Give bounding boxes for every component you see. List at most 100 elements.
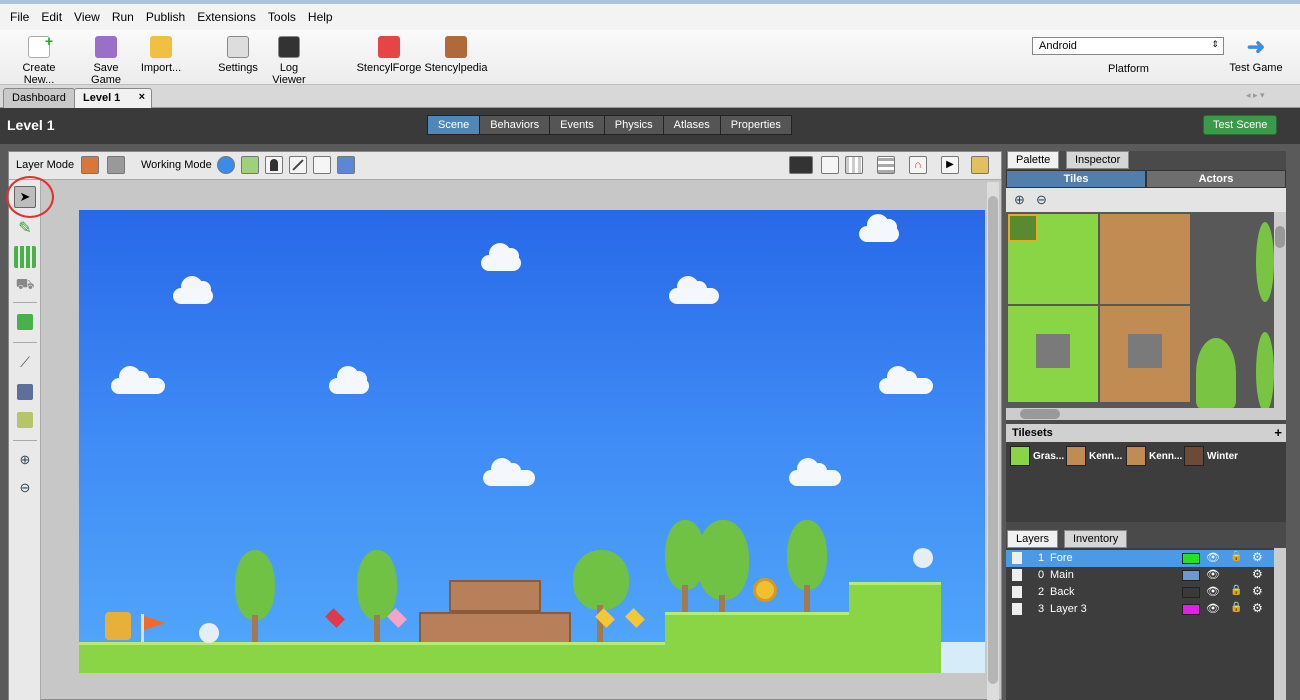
lock-icon[interactable]: 🔒 [1230,602,1242,613]
tileset-item[interactable]: Gras... [1010,446,1064,466]
layer-row[interactable]: 0 Main 👁 ⚙ [1006,567,1274,584]
layer-row[interactable]: 1 Fore 👁 🔒 ⚙ [1006,550,1274,567]
tile[interactable] [1100,214,1190,304]
menu-tools[interactable]: Tools [262,10,302,24]
menu-view[interactable]: View [68,10,106,24]
tile-stamp-icon[interactable] [14,246,36,268]
camera-icon[interactable] [789,156,813,174]
working-mode-actor-icon[interactable] [265,156,283,174]
menu-help[interactable]: Help [302,10,339,24]
log-viewer-button[interactable]: Log Viewer [262,34,316,86]
layer-color-swatch[interactable] [1182,604,1200,615]
tab-scroll-icon[interactable]: ◂ ▸ ▾ [1246,90,1265,101]
zoom-out-icon[interactable]: ⊖ [14,480,36,502]
region-tool-icon[interactable] [17,384,33,400]
background-icon[interactable] [971,156,989,174]
coin[interactable] [753,578,777,602]
scene-vertical-scrollbar[interactable] [987,182,999,700]
terrain-tool-icon[interactable] [17,412,33,428]
zoom-out-icon[interactable]: ⊖ [1036,192,1047,208]
tile[interactable] [1256,332,1274,408]
settings-button[interactable]: Settings [218,34,258,74]
snap-grid-icon[interactable] [877,156,895,174]
menu-file[interactable]: File [4,10,35,24]
stencylpedia-button[interactable]: Stencylpedia [424,34,488,74]
layer-color-swatch[interactable] [1182,587,1200,598]
gear-icon[interactable]: ⚙ [1252,601,1263,615]
tile[interactable] [1128,334,1162,368]
tab-dashboard[interactable]: Dashboard [3,88,75,108]
player-actor[interactable] [105,612,131,640]
tab-inventory[interactable]: Inventory [1064,530,1128,548]
eye-icon[interactable]: 👁 [1206,551,1220,564]
tab-scene[interactable]: Scene [427,115,481,135]
grid-icon[interactable] [845,156,863,174]
create-new-button[interactable]: + Create New... [6,33,72,86]
gear-icon[interactable]: ⚙ [1252,567,1263,581]
tab-level-1[interactable]: Level 1 × [74,88,152,108]
tileset-item[interactable]: Kenn... [1126,446,1182,466]
zoom-in-icon[interactable]: ⊕ [1014,192,1025,208]
tab-behaviors[interactable]: Behaviors [479,115,551,135]
magnet-icon[interactable]: ∩ [909,156,927,174]
gem-yellow[interactable] [625,608,645,628]
tileset-item[interactable]: Winter [1184,446,1238,466]
lock-icon[interactable]: 🔒 [1230,551,1242,562]
menu-publish[interactable]: Publish [140,10,191,24]
zoom-in-icon[interactable]: ⊕ [14,452,36,474]
tab-physics[interactable]: Physics [603,115,664,135]
tab-atlases[interactable]: Atlases [662,115,721,135]
layer-mode-all-button[interactable] [107,156,125,174]
stencylforge-button[interactable]: StencylForge [356,34,422,74]
lock-icon[interactable]: 🔒 [1230,585,1242,596]
bucket-fill-icon[interactable]: ⛟ [14,276,36,298]
add-tileset-icon[interactable]: + [1274,425,1282,440]
test-scene-button[interactable]: Test Scene [1203,115,1278,135]
import-button[interactable]: Import... [138,34,184,74]
tile[interactable] [1036,334,1070,368]
single-screen-icon[interactable] [821,156,839,174]
menu-extensions[interactable]: Extensions [191,10,262,24]
layer-mode-single-button[interactable] [81,156,99,174]
tile[interactable] [1196,338,1236,408]
gear-icon[interactable]: ⚙ [1252,584,1263,598]
working-mode-path-icon[interactable] [289,156,307,174]
tab-tiles[interactable]: Tiles [1006,170,1146,188]
tab-inspector[interactable]: Inspector [1066,151,1130,169]
tileset-item[interactable]: Kenn... [1066,446,1122,466]
tab-layers[interactable]: Layers [1007,530,1059,548]
gear-icon[interactable]: ⚙ [1252,550,1263,564]
eye-icon[interactable]: 👁 [1206,568,1220,581]
tile-grid[interactable] [1006,212,1274,408]
menu-run[interactable]: Run [106,10,140,24]
tab-palette[interactable]: Palette [1007,151,1060,169]
pencil-tool-icon[interactable]: ✎ [14,218,36,240]
layer-color-swatch[interactable] [1182,553,1200,564]
working-mode-terrain-icon[interactable] [337,156,355,174]
tab-events[interactable]: Events [549,115,605,135]
scene-canvas[interactable] [79,210,985,673]
close-icon[interactable]: × [139,91,145,103]
gem-red[interactable] [325,608,345,628]
tab-properties[interactable]: Properties [719,115,792,135]
eye-icon[interactable]: 👁 [1206,602,1220,615]
layer-row[interactable]: 2 Back 👁 🔒 ⚙ [1006,584,1274,601]
save-game-button[interactable]: Save Game [78,34,134,86]
platform-select[interactable]: Android ⇕ [1032,37,1224,55]
tile-vertical-scrollbar[interactable] [1274,212,1286,420]
path-tool-icon[interactable]: ⟋ [14,354,36,376]
working-mode-tile-icon[interactable] [241,156,259,174]
layers-scrollbar[interactable] [1274,548,1286,700]
eye-icon[interactable]: 👁 [1206,585,1220,598]
working-mode-globe-icon[interactable] [217,156,235,174]
play-icon[interactable]: ▶ [941,156,959,174]
test-game-button[interactable]: ➜ Test Game [1228,34,1284,74]
working-mode-region-icon[interactable] [313,156,331,174]
scrollbar-thumb[interactable] [988,196,998,684]
tile[interactable] [1256,222,1274,302]
tile-horizontal-scrollbar[interactable] [1006,408,1274,420]
layer-color-swatch[interactable] [1182,570,1200,581]
tile-selection-icon[interactable] [17,314,33,330]
selected-tile[interactable] [1008,214,1038,242]
menu-edit[interactable]: Edit [35,10,68,24]
